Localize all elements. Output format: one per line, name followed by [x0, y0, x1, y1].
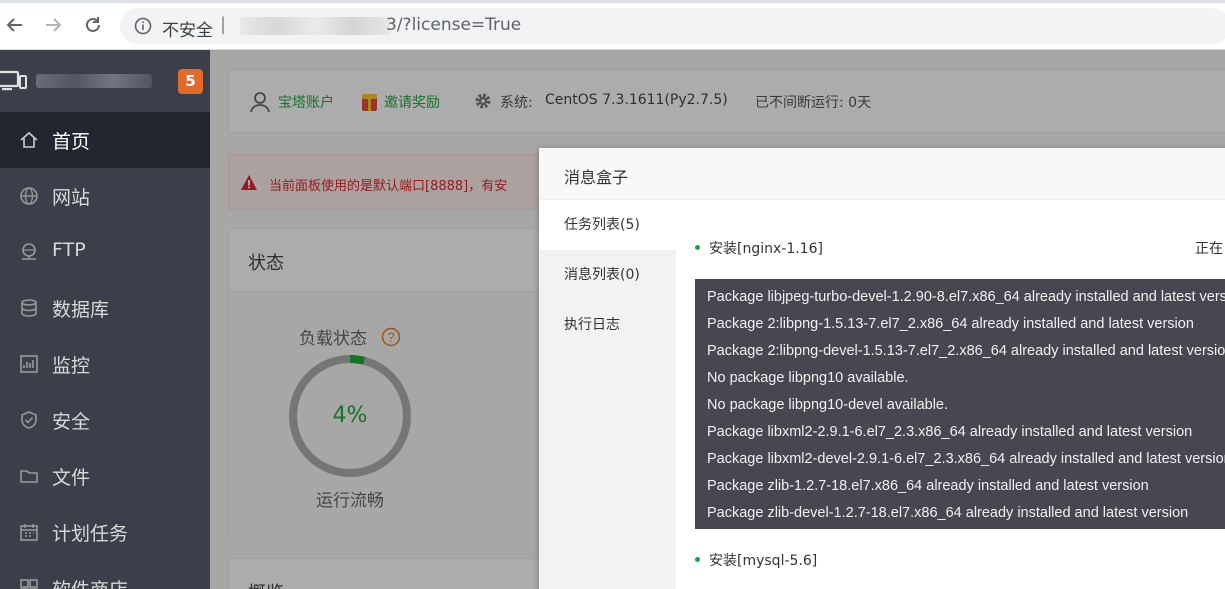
sidebar-item-label: 网站 [52, 187, 91, 209]
sidebar-item-label: 软件商店 [52, 575, 128, 589]
monitor-chart-icon [20, 355, 38, 373]
dialog-header: 消息盒子 [539, 148, 1225, 200]
task-item-nginx: 安装[nginx-1.16] [695, 238, 823, 258]
task-name: 安装[mysql-5.6] [709, 553, 818, 569]
url-text[interactable]: 3/?license=True [386, 15, 521, 35]
ftp-icon [22, 243, 36, 260]
calendar-icon [20, 524, 38, 541]
sidebar-header: 5 [0, 50, 210, 112]
install-log-console[interactable]: Package libjpeg-turbo-1.2.90-8.el7.x86_6… [695, 279, 1225, 529]
sidebar-item-cron[interactable]: 计划任务 [0, 504, 210, 560]
url-separator: | [220, 14, 227, 35]
monitor-icon [0, 70, 27, 91]
globe-icon [20, 187, 38, 205]
log-line: Package zlib-1.2.7-18.el7.x86_64 already… [707, 478, 1149, 494]
log-line: Package libjpeg-turbo-devel-1.2.90-8.el7… [707, 289, 1225, 305]
arrow-right-icon [46, 18, 62, 32]
task-name: 安装[nginx-1.16] [709, 241, 823, 257]
apps-icon [20, 579, 38, 589]
sidebar-item-label: 首页 [52, 131, 91, 153]
sidebar-item-monitor[interactable]: 监控 [0, 336, 210, 392]
task-list-panel: 安装[nginx-1.16] 正在 Package libjpeg-turbo-… [676, 200, 1225, 589]
forward-button[interactable] [40, 12, 66, 38]
message-count-badge[interactable]: 5 [178, 69, 203, 94]
tab-execution-log[interactable]: 执行日志 [539, 300, 676, 350]
log-line: No package libpng10 available. [707, 370, 909, 386]
log-line: No package libpng10-devel available. [707, 397, 949, 413]
browser-toolbar: 不安全 | 3/?license=True [0, 0, 1225, 50]
redacted-server-name [36, 74, 152, 88]
sidebar-item-label: 计划任务 [52, 523, 129, 545]
shield-icon [21, 411, 37, 429]
sidebar-item-label: 文件 [52, 467, 91, 489]
tab-message-list[interactable]: 消息列表(0) [539, 250, 676, 300]
log-line: Package 2:libpng-devel-1.5.13-7.el7_2.x8… [707, 343, 1225, 359]
status-dot [695, 556, 700, 562]
log-line: Package libxml2-devel-2.9.1-6.el7_2.3.x8… [707, 451, 1225, 467]
database-icon [21, 299, 37, 317]
sidebar-item-label: FTP [52, 239, 86, 261]
back-button[interactable] [2, 12, 28, 38]
task-status: 正在 [1195, 241, 1223, 257]
sidebar-menu: 首页 网站 FTP 数据库 监控 安全 文件 计划任务 [0, 112, 210, 589]
sidebar-item-website[interactable]: 网站 [0, 168, 210, 224]
reload-icon [86, 17, 100, 32]
reload-button[interactable] [80, 12, 106, 38]
sidebar-item-label: 数据库 [52, 299, 110, 321]
folder-icon [20, 470, 38, 483]
sidebar-item-database[interactable]: 数据库 [0, 280, 210, 336]
tab-strip-edge [0, 0, 1225, 3]
sidebar-item-label: 监控 [52, 355, 91, 377]
dialog-title: 消息盒子 [564, 168, 629, 187]
sidebar-item-store[interactable]: 软件商店 [0, 560, 210, 589]
arrow-left-icon [6, 18, 22, 32]
sidebar-item-security[interactable]: 安全 [0, 392, 210, 448]
redacted-host [240, 17, 390, 35]
task-item-mysql: 安装[mysql-5.6] [695, 550, 817, 570]
info-icon[interactable] [134, 17, 152, 35]
log-line: Package 2:libpng-1.5.13-7.el7_2.x86_64 a… [707, 316, 1194, 332]
sidebar-item-files[interactable]: 文件 [0, 448, 210, 504]
tab-task-list[interactable]: 任务列表(5) [539, 200, 676, 250]
sidebar: 5 首页 网站 FTP 数据库 监控 安全 文件 计划任务 [0, 50, 210, 589]
home-icon [20, 131, 38, 148]
dialog-tab-list: 任务列表(5) 消息列表(0) 执行日志 [539, 200, 676, 589]
sidebar-item-home[interactable]: 首页 [0, 112, 210, 168]
sidebar-item-ftp[interactable]: FTP [0, 224, 210, 280]
status-dot [695, 244, 700, 250]
log-line: Package zlib-devel-1.2.7-18.el7.x86_64 a… [707, 505, 1189, 521]
sidebar-item-label: 安全 [52, 411, 91, 433]
log-line: Package libxml2-2.9.1-6.el7_2.3.x86_64 a… [707, 424, 1193, 440]
security-label: 不安全 [162, 21, 213, 41]
address-bar[interactable]: 不安全 | 3/?license=True [120, 8, 1225, 44]
message-box-dialog: 消息盒子 任务列表(5) 消息列表(0) 执行日志 安装[nginx-1.16]… [539, 148, 1225, 589]
